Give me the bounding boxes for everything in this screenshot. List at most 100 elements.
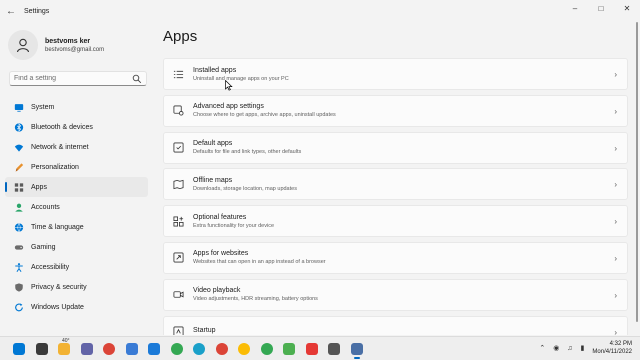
setting-card-startup[interactable]: Startup › [163,315,628,335]
window-controls: – □ ✕ [562,0,640,18]
green-app-icon[interactable] [278,341,301,357]
nav-list: System Bluetooth & devices Network & inter… [5,97,148,317]
setting-card-optional-features[interactable]: Optional features Extra functionality for… [163,205,628,238]
wifi-icon [14,142,24,152]
bluetooth-icon [14,122,24,132]
card-title: Startup [193,327,216,335]
maximize-icon[interactable]: □ [588,0,614,18]
setting-card-offline-maps[interactable]: Offline maps Downloads, storage location,… [163,168,628,201]
clock[interactable]: 4:32 PM Mon/4/11/2022 [592,340,632,356]
sidebar: bestvoms ker bestvoms@gmail.com System Bl… [0,22,155,335]
edge-icon[interactable] [188,341,211,357]
sidebar-item-accounts[interactable]: Accounts [5,197,148,217]
taskbar: 40° ⌃ ◉ ♫ ▮ 4:32 PM Mon/4/11/2022 [0,336,640,360]
file-explorer-icon[interactable] [31,341,54,357]
red-app-icon[interactable] [301,341,324,357]
sidebar-item-personalization[interactable]: Personalization [5,157,148,177]
scrollbar-thumb[interactable] [635,22,638,322]
chrome-icon[interactable] [211,341,234,357]
sidebar-item-gaming[interactable]: Gaming [5,237,148,257]
sidebar-item-label: Gaming [31,243,56,251]
apps-icon [14,182,24,192]
setting-card-default-apps[interactable]: Default apps Defaults for file and link t… [163,131,628,164]
sidebar-item-network-internet[interactable]: Network & internet [5,137,148,157]
window-title: Settings [24,7,50,15]
settings-icon[interactable] [346,341,369,359]
user-profile[interactable]: bestvoms ker bestvoms@gmail.com [8,30,104,60]
shield-icon [14,282,24,292]
minimize-icon[interactable]: – [562,0,588,18]
avatar [8,30,38,60]
back-arrow-icon[interactable]: ← [0,6,22,17]
card-subtitle: Downloads, storage location, map updates [193,185,297,192]
setting-card-apps-for-websites[interactable]: Apps for websites Websites that can open … [163,241,628,274]
grid-plus-icon [172,215,184,227]
chat-icon[interactable] [76,341,99,357]
chrome-icon[interactable] [166,341,189,357]
close-icon[interactable]: ✕ [614,0,640,18]
weather-icon[interactable]: 40° [53,338,76,357]
title-bar: ← Settings – □ ✕ [0,0,640,22]
card-subtitle: Extra functionality for your device [193,222,275,229]
chevron-right-icon: › [614,70,617,79]
taskbar-apps: 40° [8,338,369,359]
sidebar-item-system[interactable]: System [5,97,148,117]
card-subtitle: Uninstall and manage apps on your PC [193,75,289,82]
chrome-icon[interactable] [98,341,121,357]
default-apps-icon [172,142,184,154]
search-input[interactable] [14,75,132,82]
main-content: Apps Installed apps Uninstall and manage … [163,22,633,335]
chrome-icon[interactable] [233,341,256,357]
sidebar-item-bluetooth-devices[interactable]: Bluetooth & devices [5,117,148,137]
setting-card-advanced-app-settings[interactable]: Advanced app settings Choose where to get… [163,94,628,127]
card-title: Apps for websites [193,250,249,258]
wifi-icon[interactable]: ◉ [553,344,559,352]
setting-card-video-playback[interactable]: Video playback Video adjustments, HDR str… [163,278,628,311]
monitor-icon [14,102,24,112]
chevron-right-icon: › [614,106,617,116]
card-subtitle: Choose where to get apps, archive apps, … [193,112,336,119]
sidebar-item-label: System [31,103,55,111]
camera-icon[interactable] [323,341,346,357]
accessibility-icon [14,262,24,272]
search-box[interactable] [9,71,147,86]
card-subtitle: Websites that can open in an app instead… [193,259,326,266]
sidebar-item-label: Time & language [31,223,84,231]
sidebar-item-privacy-security[interactable]: Privacy & security [5,277,148,297]
volume-icon[interactable]: ♫ [567,345,572,352]
chevron-right-icon: › [614,290,617,300]
chevron-right-icon: › [614,253,617,263]
chevron-right-icon: › [614,217,617,227]
clock-date: Mon/4/11/2022 [592,349,632,355]
clock-time: 4:32 PM [609,341,632,347]
sidebar-item-label: Privacy & security [31,283,87,291]
search-icon[interactable] [132,74,142,84]
card-title: Installed apps [193,66,237,74]
battery-icon[interactable]: ▮ [581,344,585,352]
gamepad-icon [14,242,24,252]
page-title: Apps [163,28,198,45]
card-title: Optional features [193,213,247,221]
settings-cards: Installed apps Uninstall and manage apps … [163,58,628,335]
notepad-icon[interactable] [121,341,144,357]
card-title: Offline maps [193,176,233,184]
chevron-up-icon[interactable]: ⌃ [539,344,545,352]
sidebar-item-label: Accessibility [31,263,70,271]
user-name: bestvoms ker [45,37,91,45]
system-tray: ⌃ ◉ ♫ ▮ 4:32 PM Mon/4/11/2022 [535,340,632,356]
video-icon [172,289,184,301]
windows-start-icon[interactable] [8,341,31,357]
brush-icon [14,162,24,172]
chevron-right-icon: › [614,180,617,190]
sidebar-item-label: Accounts [31,203,60,211]
sidebar-item-time-language[interactable]: Time & language [5,217,148,237]
calendar-icon[interactable] [143,341,166,357]
sidebar-item-accessibility[interactable]: Accessibility [5,257,148,277]
chrome-icon[interactable] [256,341,279,357]
sidebar-item-label: Windows Update [31,303,84,311]
sidebar-item-windows-update[interactable]: Windows Update [5,297,148,317]
startup-icon [172,326,184,335]
scrollbar[interactable] [635,22,638,330]
sidebar-item-apps[interactable]: Apps [5,177,148,197]
sidebar-item-label: Personalization [31,163,79,171]
